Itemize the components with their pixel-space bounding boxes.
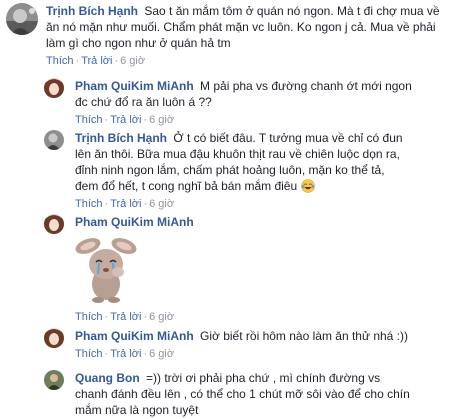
- reply-link[interactable]: Trả lời: [81, 55, 112, 67]
- timestamp[interactable]: 6 giờ: [149, 311, 174, 323]
- timestamp[interactable]: 6 giờ: [149, 348, 174, 360]
- avatar[interactable]: [44, 78, 64, 98]
- like-link[interactable]: Thích: [75, 348, 103, 360]
- reply-comment: Pham QuiKim MiAnh Thích · Trả lời · 6 gi…: [44, 212, 454, 324]
- comment-author[interactable]: Trịnh Bích Hạnh: [75, 131, 167, 145]
- reply-link[interactable]: Trả lời: [110, 198, 141, 210]
- comment-author[interactable]: Quang Bon: [75, 371, 140, 385]
- comment: Trịnh Bích Hạnh Sao t ăn mắm tôm ở quán …: [6, 3, 454, 69]
- like-link[interactable]: Thích: [75, 114, 103, 126]
- comment-actions: Thích · Trả lời · 6 giờ: [75, 197, 410, 211]
- avatar[interactable]: [44, 328, 64, 348]
- comment-author[interactable]: Trịnh Bích Hạnh: [46, 4, 138, 18]
- crying-bunny-sticker[interactable]: [74, 232, 138, 304]
- reply-link[interactable]: Trả lời: [110, 348, 141, 360]
- separator: ·: [143, 348, 148, 360]
- avatar[interactable]: [44, 370, 64, 390]
- comment-actions: Thích · Trả lời · 6 giờ: [75, 113, 415, 127]
- reply-comment: Trịnh Bích Hạnh Ở t có biết đâu. T tưởng…: [44, 128, 454, 210]
- timestamp[interactable]: 6 giờ: [120, 55, 145, 67]
- like-link[interactable]: Thích: [75, 198, 103, 210]
- separator: ·: [114, 55, 119, 67]
- avatar[interactable]: [6, 3, 38, 35]
- comment-author[interactable]: Pham QuiKim MiAnh: [75, 215, 194, 229]
- separator: ·: [143, 311, 148, 323]
- comment-author[interactable]: Pham QuiKim MiAnh: [75, 329, 194, 343]
- separator: ·: [143, 114, 148, 126]
- comment-actions: Thích · Trả lời · 6 giờ: [46, 54, 451, 68]
- reply-comment: Pham QuiKim MiAnh Giờ biết rồi hôm nào l…: [44, 326, 454, 362]
- comment-actions: Thích · Trả lời · 6 giờ: [75, 347, 450, 361]
- reply-comment: Quang Bon =)) trời ơi phải pha chứ , mì …: [44, 368, 454, 419]
- timestamp[interactable]: 6 giờ: [149, 114, 174, 126]
- avatar[interactable]: [44, 130, 64, 150]
- laughing-tears-icon: [300, 179, 315, 193]
- timestamp[interactable]: 6 giờ: [149, 198, 174, 210]
- comment-author[interactable]: Pham QuiKim MiAnh: [75, 79, 194, 93]
- avatar[interactable]: [44, 214, 64, 234]
- comment-actions: Thích · Trả lời · 6 giờ: [75, 310, 174, 324]
- separator: ·: [143, 198, 148, 210]
- comment-text: Giờ biết rồi hôm nào làm ăn thử nhá :)): [200, 329, 409, 343]
- like-link[interactable]: Thích: [46, 55, 74, 67]
- reply-link[interactable]: Trả lời: [110, 114, 141, 126]
- like-link[interactable]: Thích: [75, 311, 103, 323]
- reply-link[interactable]: Trả lời: [110, 311, 141, 323]
- reply-comment: Pham QuiKim MiAnh M pải pha vs đường cha…: [44, 76, 454, 126]
